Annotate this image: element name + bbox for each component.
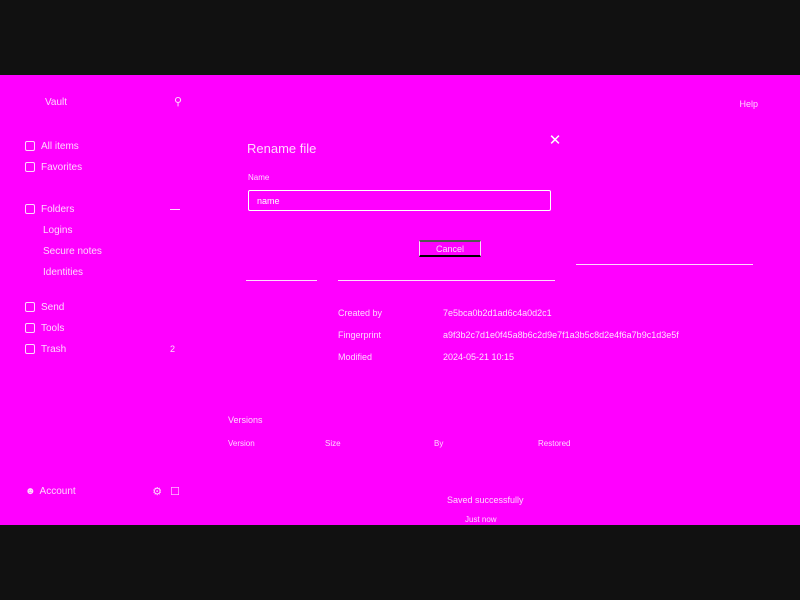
- grid-icon: [25, 141, 35, 151]
- send-icon: [25, 302, 35, 312]
- star-icon: [25, 162, 35, 172]
- sidebar-item-trash[interactable]: Trash 2: [25, 342, 175, 356]
- tab-underline: [246, 280, 317, 281]
- close-icon[interactable]: ✕: [547, 133, 563, 149]
- column-header[interactable]: Restored: [538, 439, 570, 448]
- letterbox-bottom: [0, 525, 800, 600]
- sidebar-item-label: Identities: [43, 266, 84, 278]
- sidebar-item-all-items[interactable]: All items: [25, 139, 79, 153]
- account-label: Account: [39, 485, 76, 497]
- sidebar-item-favorites[interactable]: Favorites: [25, 160, 82, 174]
- column-header[interactable]: By: [434, 439, 443, 448]
- tools-icon: [25, 323, 35, 333]
- detail-value: 7e5bca0b2d1ad6c4a0d2c1: [443, 308, 552, 318]
- cancel-button[interactable]: Cancel: [419, 240, 481, 257]
- sidebar-header: Vault ⚲: [25, 95, 185, 111]
- sidebar: Vault ⚲ All items Favorites Folders Logi…: [0, 75, 200, 525]
- app-window: Vault ⚲ All items Favorites Folders Logi…: [0, 75, 800, 525]
- sidebar-item-label: Send: [41, 301, 65, 313]
- account-button[interactable]: ☻ Account: [25, 486, 76, 497]
- versions-heading: Versions: [228, 415, 263, 425]
- trash-icon: [25, 344, 35, 354]
- column-header[interactable]: Size: [325, 439, 341, 448]
- detail-key: Modified: [338, 352, 373, 362]
- sidebar-footer: ☻ Account ⚙ ☐: [25, 483, 180, 499]
- detail-key: Fingerprint: [338, 330, 382, 340]
- sidebar-item-label: Logins: [43, 224, 73, 236]
- sidebar-item-logins[interactable]: Logins: [43, 223, 72, 237]
- name-field-label: Name: [248, 173, 270, 182]
- sidebar-item-secure-notes[interactable]: Secure notes: [43, 244, 102, 258]
- settings-icon[interactable]: ⚙: [152, 485, 162, 498]
- detail-value: a9f3b2c7d1e0f45a8b6c2d9e7f1a3b5c8d2e4f6a…: [443, 330, 679, 340]
- lock-icon[interactable]: ☐: [170, 485, 180, 498]
- tab-underline: [576, 264, 753, 265]
- sidebar-item-label: Favorites: [41, 161, 83, 173]
- help-menu[interactable]: Help: [739, 99, 758, 109]
- sidebar-item-label: Tools: [41, 322, 65, 334]
- trash-count-badge: 2: [170, 344, 176, 354]
- sidebar-item-label: Folders: [41, 203, 75, 215]
- dialog-title: Rename file: [247, 141, 317, 156]
- sidebar-item-label: Secure notes: [43, 245, 102, 257]
- sidebar-item-send[interactable]: Send: [25, 300, 64, 314]
- sidebar-item-label: Trash: [41, 343, 67, 355]
- detail-value: 2024-05-21 10:15: [443, 352, 515, 362]
- toast-message: Saved successfully: [447, 495, 524, 505]
- footer-actions: ⚙ ☐: [152, 485, 180, 498]
- sidebar-item-folders[interactable]: Folders: [25, 202, 180, 216]
- avatar-icon: ☻: [25, 485, 36, 497]
- detail-key: Created by: [338, 308, 383, 318]
- sidebar-title: Vault: [45, 97, 68, 108]
- sidebar-item-identities[interactable]: Identities: [43, 265, 83, 279]
- sidebar-item-tools[interactable]: Tools: [25, 321, 64, 335]
- rename-dialog: Rename file ✕ Name Cancel: [233, 125, 573, 275]
- collapse-icon[interactable]: [170, 208, 180, 210]
- letterbox-top: [0, 0, 800, 75]
- toast-timestamp: Just now: [465, 515, 497, 524]
- column-header[interactable]: Version: [228, 439, 255, 448]
- sidebar-item-label: All items: [41, 140, 79, 152]
- search-icon[interactable]: ⚲: [171, 95, 185, 109]
- name-field[interactable]: [248, 190, 551, 211]
- tab-underline: [338, 280, 555, 281]
- folder-icon: [25, 204, 35, 214]
